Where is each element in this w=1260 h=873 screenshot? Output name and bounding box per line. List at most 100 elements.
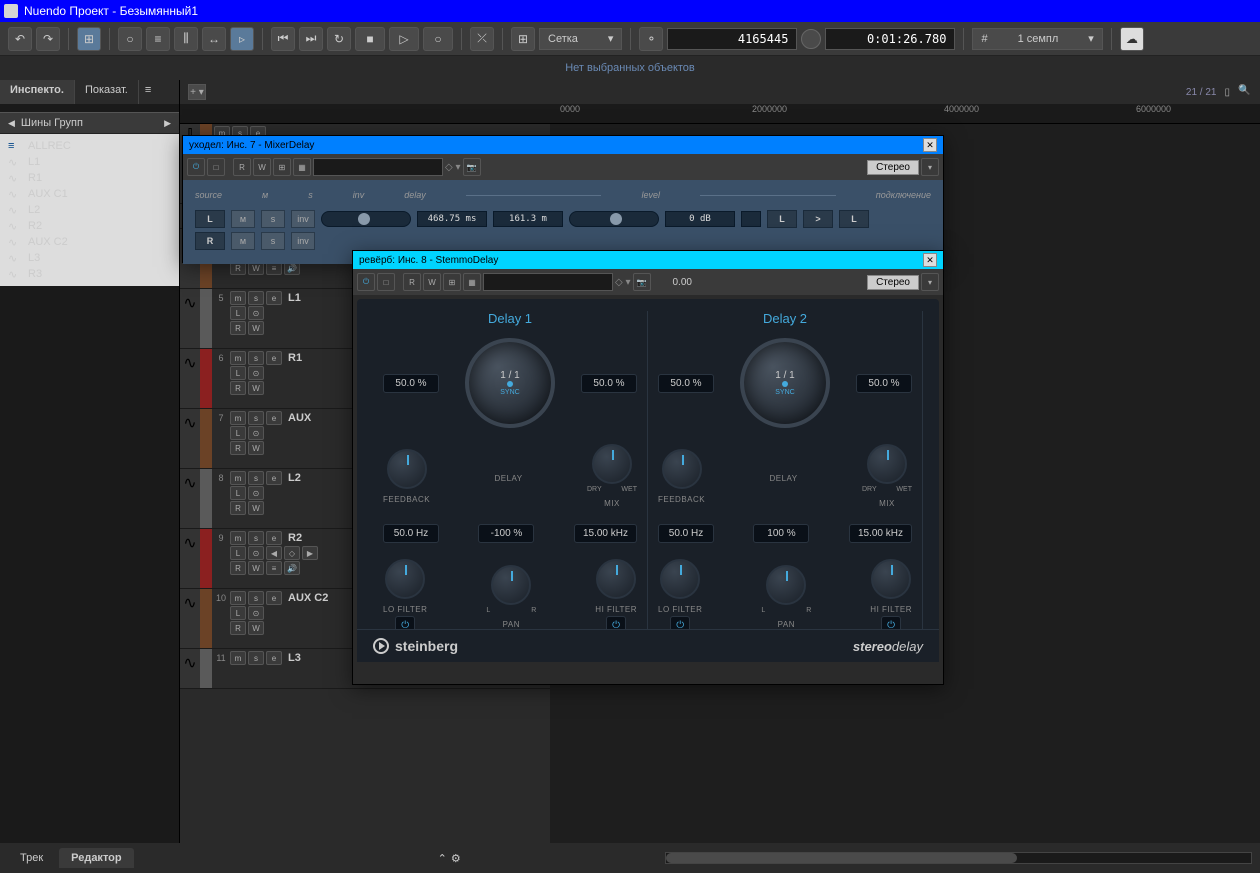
- read-button[interactable]: R: [230, 501, 246, 515]
- write-button[interactable]: W: [253, 158, 271, 176]
- close-icon[interactable]: ✕: [923, 138, 937, 152]
- zoom-icon[interactable]: 🔍: [1238, 85, 1252, 99]
- play-button[interactable]: ▷: [389, 27, 419, 51]
- snap-toggle[interactable]: ⊞: [77, 27, 101, 51]
- inv-button[interactable]: inv: [291, 232, 315, 250]
- read-button[interactable]: R: [230, 321, 246, 335]
- lofilter-knob[interactable]: [385, 559, 425, 599]
- preset-button[interactable]: ▦: [293, 158, 311, 176]
- solo-button[interactable]: s: [261, 210, 285, 228]
- power-button[interactable]: ⏻: [357, 273, 375, 291]
- solo-button[interactable]: s: [248, 651, 264, 665]
- pan-value[interactable]: -100 %: [478, 524, 534, 543]
- O-button[interactable]: ⊙: [248, 546, 264, 560]
- feedback-knob[interactable]: [662, 449, 702, 489]
- track-item[interactable]: ∿L1: [0, 154, 179, 170]
- prev-button[interactable]: ◀: [266, 546, 282, 560]
- O-button[interactable]: ⊙: [248, 606, 264, 620]
- solo-button[interactable]: s: [248, 291, 264, 305]
- mute-button[interactable]: m: [230, 291, 246, 305]
- divider-icon[interactable]: ▯: [1224, 87, 1230, 98]
- read-button[interactable]: R: [230, 621, 246, 635]
- route-to[interactable]: L: [839, 210, 869, 228]
- ab-button[interactable]: ⊞: [443, 273, 461, 291]
- delay-ms[interactable]: 468.75 ms: [417, 211, 487, 227]
- diamond-button[interactable]: ◇: [284, 546, 300, 560]
- track-item[interactable]: ∿AUX C2: [0, 234, 179, 250]
- mute-button[interactable]: m: [230, 591, 246, 605]
- stereo-label[interactable]: Стерео: [867, 275, 919, 290]
- write-button[interactable]: W: [248, 441, 264, 455]
- delay-knob[interactable]: 1 / 1 SYNC: [740, 338, 830, 428]
- L-button[interactable]: L: [230, 306, 246, 320]
- quantize-select[interactable]: # 1 семпл: [972, 28, 1102, 50]
- tab-visibility[interactable]: Показат.: [75, 80, 139, 104]
- delay-m[interactable]: 161.3 m: [493, 211, 563, 227]
- redo-button[interactable]: ↷: [36, 27, 60, 51]
- speaker-button[interactable]: 🔊: [284, 561, 300, 575]
- lofilter-value[interactable]: 50.0 Hz: [658, 524, 714, 543]
- undo-button[interactable]: ↶: [8, 27, 32, 51]
- add-track-button[interactable]: + ▾: [188, 84, 206, 100]
- tab-config-icon[interactable]: ≡: [139, 80, 157, 104]
- solo-button[interactable]: s: [248, 411, 264, 425]
- bypass-button[interactable]: □: [207, 158, 225, 176]
- dropdown-button[interactable]: ▾: [921, 158, 939, 176]
- write-button[interactable]: W: [248, 501, 264, 515]
- write-button[interactable]: W: [248, 321, 264, 335]
- camera-button[interactable]: 📷: [633, 273, 651, 291]
- delay-knob[interactable]: 1 / 1 SYNC: [465, 338, 555, 428]
- edit-button[interactable]: e: [266, 291, 282, 305]
- cycle-button[interactable]: ↻: [327, 27, 351, 51]
- stop-button[interactable]: ■: [355, 27, 385, 51]
- read-button[interactable]: R: [230, 441, 246, 455]
- preset-select[interactable]: [483, 273, 613, 291]
- edit-button[interactable]: e: [266, 411, 282, 425]
- solo-button[interactable]: s: [248, 531, 264, 545]
- feedback-value[interactable]: 50.0 %: [658, 374, 714, 393]
- solo-button[interactable]: s: [248, 591, 264, 605]
- edit-button[interactable]: e: [266, 591, 282, 605]
- L-button[interactable]: L: [230, 486, 246, 500]
- tab-editor[interactable]: Редактор: [59, 848, 133, 868]
- forward-button[interactable]: ⏭: [299, 27, 323, 51]
- tool-button-4[interactable]: ↔: [202, 27, 226, 51]
- tool-button-3[interactable]: ⫼: [174, 27, 198, 51]
- ab-button[interactable]: ⊞: [273, 158, 291, 176]
- edit-button[interactable]: e: [266, 651, 282, 665]
- h-scrollbar[interactable]: [665, 852, 1252, 864]
- lofilter-value[interactable]: 50.0 Hz: [383, 524, 439, 543]
- L-button[interactable]: L: [230, 546, 246, 560]
- pan-knob[interactable]: [766, 565, 806, 605]
- tab-inspector[interactable]: Инспекто.: [0, 80, 75, 104]
- solo-button[interactable]: s: [248, 471, 264, 485]
- track-item[interactable]: ∿R3: [0, 266, 179, 282]
- dropdown-button[interactable]: ▾: [921, 273, 939, 291]
- clock-icon[interactable]: [801, 29, 821, 49]
- bypass-button[interactable]: □: [377, 273, 395, 291]
- tool-button-2[interactable]: ≡: [146, 27, 170, 51]
- track-item[interactable]: ∿AUX C1: [0, 186, 179, 202]
- preset-button[interactable]: ▦: [463, 273, 481, 291]
- cloud-button[interactable]: ☁: [1120, 27, 1144, 51]
- edit-button[interactable]: e: [266, 471, 282, 485]
- read-button[interactable]: R: [403, 273, 421, 291]
- mix-knob[interactable]: [592, 444, 632, 484]
- feedback-value[interactable]: 50.0 %: [383, 374, 439, 393]
- inv-button[interactable]: inv: [291, 210, 315, 228]
- record-button[interactable]: ○: [423, 27, 453, 51]
- O-button[interactable]: ⊙: [248, 486, 264, 500]
- read-button[interactable]: R: [233, 158, 251, 176]
- close-icon[interactable]: ✕: [923, 253, 937, 267]
- gear-icon[interactable]: ⚙: [451, 852, 461, 865]
- read-button[interactable]: R: [230, 381, 246, 395]
- mute-button[interactable]: м: [231, 210, 255, 228]
- tab-track[interactable]: Трек: [8, 848, 55, 868]
- write-button[interactable]: W: [423, 273, 441, 291]
- plugin-titlebar[interactable]: ревёрб: Инс. 8 - StemmoDelay ✕: [353, 251, 943, 269]
- stereo-label[interactable]: Стерео: [867, 160, 919, 175]
- crossfade-button[interactable]: ⤫: [470, 27, 494, 51]
- read-button[interactable]: R: [230, 561, 246, 575]
- ruler[interactable]: 0000 2000000 4000000 6000000: [180, 104, 1260, 124]
- hifilter-value[interactable]: 15.00 kHz: [849, 524, 912, 543]
